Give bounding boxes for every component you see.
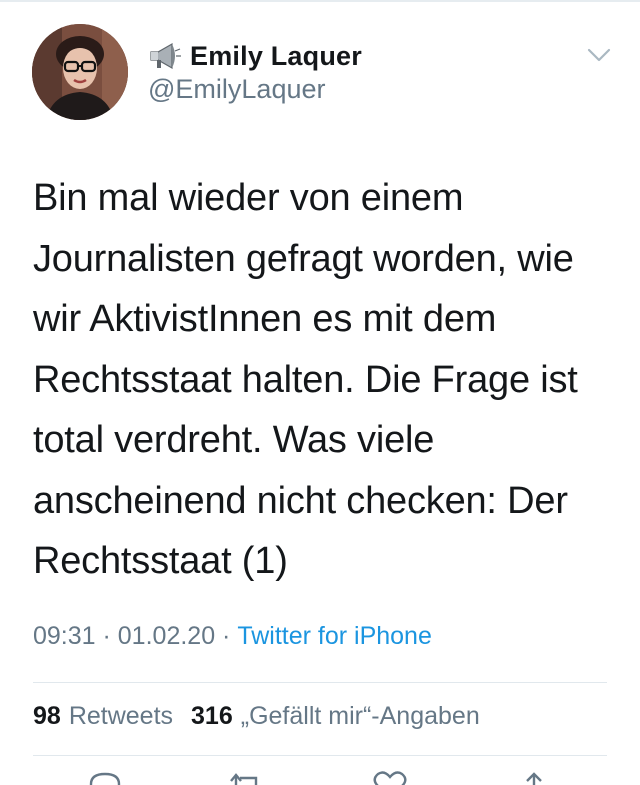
tweet-text: Bin mal wieder von einem Journalisten ge… bbox=[33, 177, 578, 582]
megaphone-icon bbox=[150, 42, 181, 70]
author-name-row[interactable]: Emily Laquer bbox=[148, 38, 362, 74]
tweet-meta: 09:31 · 01.02.20 · Twitter for iPhone bbox=[33, 622, 432, 651]
top-divider bbox=[0, 0, 640, 2]
retweet-icon[interactable] bbox=[226, 770, 266, 785]
like-count[interactable]: 316 bbox=[191, 702, 233, 731]
divider bbox=[33, 755, 607, 756]
display-name[interactable]: Emily Laquer bbox=[190, 41, 362, 72]
user-handle[interactable]: @EmilyLaquer bbox=[148, 74, 325, 105]
avatar[interactable] bbox=[32, 24, 128, 120]
tweet-date[interactable]: 01.02.20 bbox=[118, 622, 215, 651]
like-label[interactable]: „Gefällt mir“-Angaben bbox=[241, 702, 480, 731]
reply-icon[interactable] bbox=[85, 770, 125, 785]
meta-separator: · bbox=[95, 622, 118, 650]
share-icon[interactable] bbox=[514, 770, 554, 785]
divider bbox=[33, 682, 607, 683]
chevron-down-icon[interactable] bbox=[586, 46, 612, 64]
action-bar bbox=[0, 770, 640, 785]
retweet-count[interactable]: 98 bbox=[33, 702, 61, 731]
heart-icon[interactable] bbox=[370, 770, 410, 785]
tweet-detail: Emily Laquer @EmilyLaquer Bin mal wieder… bbox=[0, 0, 640, 785]
tweet-stats: 98 Retweets 316 „Gefällt mir“-Angaben bbox=[33, 702, 480, 731]
retweet-label[interactable]: Retweets bbox=[69, 702, 173, 731]
meta-separator: · bbox=[215, 622, 238, 650]
tweet-source-link[interactable]: Twitter for iPhone bbox=[237, 622, 432, 651]
tweet-time[interactable]: 09:31 bbox=[33, 622, 96, 651]
